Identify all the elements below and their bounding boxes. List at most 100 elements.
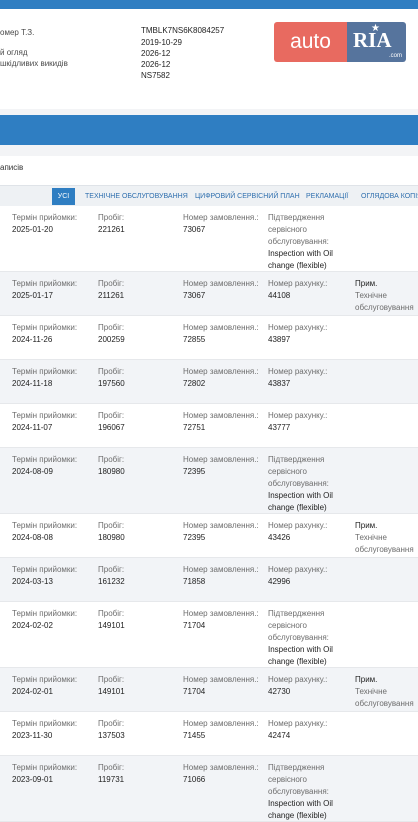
- acceptance-date-value: 2024-03-13: [12, 577, 53, 586]
- invoice-number: Номер рахунку.: 42730: [268, 674, 350, 698]
- invoice-number: Номер рахунку.: 43837: [268, 366, 350, 390]
- top-bar: [0, 0, 418, 9]
- acceptance-date-value: 2023-11-30: [12, 731, 53, 740]
- mileage: Пробіг: 180980: [98, 454, 178, 478]
- order-number-label: Номер замовлення.:: [183, 213, 259, 222]
- service-record-row: Термін прийомки: 2024-11-07 Пробіг: 196067 Н…: [0, 404, 418, 448]
- order-number-label: Номер замовлення.:: [183, 367, 259, 376]
- service-note-label: Прим.: [355, 675, 378, 684]
- service-note-value: Технічне обслуговування: [355, 687, 414, 708]
- service-confirmation-label: Підтвердження сервісного обслуговування:: [268, 763, 329, 796]
- acceptance-date-label: Термін прийомки:: [12, 609, 78, 618]
- service-confirmation-value: Inspection with Oil change (flexible): [268, 799, 333, 820]
- invoice-number: Номер рахунку.: 43426: [268, 520, 350, 544]
- acceptance-date-value: 2024-02-02: [12, 621, 53, 630]
- mileage-label: Пробіг:: [98, 521, 125, 530]
- mileage-value: 196067: [98, 423, 125, 432]
- invoice-number-label: Номер рахунку.:: [268, 675, 328, 684]
- service-history-list: Термін прийомки: 2025-01-20 Пробіг: 221261 Н…: [0, 206, 418, 822]
- service-confirmation-label: Підтвердження сервісного обслуговування:: [268, 609, 329, 642]
- invoice-number-value: 43837: [268, 379, 291, 388]
- order-number-label: Номер замовлення.:: [183, 279, 259, 288]
- invoice-number: Номер рахунку.: 44108: [268, 278, 350, 302]
- order-number: Номер замовлення.: 72855: [183, 322, 263, 346]
- mileage-value: 161232: [98, 577, 125, 586]
- acceptance-date-value: 2024-11-26: [12, 335, 53, 344]
- mileage-value: 211261: [98, 291, 125, 300]
- order-number-value: 71704: [183, 687, 206, 696]
- emissions-label: шкідливих викидів: [0, 59, 68, 68]
- acceptance-date: Термін прийомки: 2024-02-02: [12, 608, 92, 632]
- mileage: Пробіг: 221261: [98, 212, 178, 236]
- mileage-label: Пробіг:: [98, 279, 125, 288]
- mileage-value: 197560: [98, 379, 125, 388]
- mileage: Пробіг: 119731: [98, 762, 178, 786]
- acceptance-date: Термін прийомки: 2024-03-13: [12, 564, 92, 588]
- tab-review-copy[interactable]: ОГЛЯДОВА КОПІЯ: [361, 188, 418, 205]
- vin-label: омер Т.З.: [0, 28, 35, 37]
- invoice-number-label: Номер рахунку.:: [268, 565, 328, 574]
- autoria-logo[interactable]: auto ★ RIA .com: [274, 22, 406, 62]
- order-number-label: Номер замовлення.:: [183, 763, 259, 772]
- service-record-row: Термін прийомки: 2025-01-20 Пробіг: 221261 Н…: [0, 206, 418, 272]
- order-number-label: Номер замовлення.:: [183, 675, 259, 684]
- order-number-value: 72751: [183, 423, 206, 432]
- order-number-value: 72855: [183, 335, 206, 344]
- mileage: Пробіг: 200259: [98, 322, 178, 346]
- order-number-value: 73067: [183, 225, 206, 234]
- service-note: Прим. Технічне обслуговування: [355, 674, 418, 710]
- service-confirmation-label: Підтвердження сервісного обслуговування:: [268, 213, 329, 246]
- inspection-label: й огляд: [0, 48, 28, 57]
- mileage: Пробіг: 149101: [98, 608, 178, 632]
- invoice-number-value: 44108: [268, 291, 291, 300]
- order-number: Номер замовлення.: 72395: [183, 454, 263, 478]
- order-number: Номер замовлення.: 73067: [183, 278, 263, 302]
- order-number-value: 72395: [183, 467, 206, 476]
- acceptance-date: Термін прийомки: 2024-08-08: [12, 520, 92, 544]
- service-record-row: Термін прийомки: 2023-09-01 Пробіг: 119731 Н…: [0, 756, 418, 822]
- acceptance-date-label: Термін прийомки:: [12, 279, 78, 288]
- invoice-number-value: 42474: [268, 731, 291, 740]
- mileage: Пробіг: 197560: [98, 366, 178, 390]
- order-number: Номер замовлення.: 71455: [183, 718, 263, 742]
- service-confirmation: Підтвердження сервісного обслуговування:…: [268, 212, 350, 272]
- service-record-row: Термін прийомки: 2024-02-01 Пробіг: 149101 Н…: [0, 668, 418, 712]
- service-confirmation: Підтвердження сервісного обслуговування:…: [268, 454, 350, 514]
- acceptance-date-label: Термін прийомки:: [12, 323, 78, 332]
- vehicle-info-panel: омер Т.З. TMBLK7NS6K8084257 2019-10-29 й…: [0, 9, 418, 109]
- mileage-value: 180980: [98, 533, 125, 542]
- mileage-value: 119731: [98, 775, 125, 784]
- mileage-value: 149101: [98, 687, 125, 696]
- tab-complaints[interactable]: РЕКЛАМАЦІЇ: [306, 188, 348, 205]
- service-confirmation-value: Inspection with Oil change (flexible): [268, 249, 333, 270]
- acceptance-date: Термін прийомки: 2024-11-18: [12, 366, 92, 390]
- acceptance-date: Термін прийомки: 2024-11-07: [12, 410, 92, 434]
- invoice-number-value: 43777: [268, 423, 291, 432]
- acceptance-date: Термін прийомки: 2023-11-30: [12, 718, 92, 742]
- mileage-label: Пробіг:: [98, 455, 125, 464]
- acceptance-date: Термін прийомки: 2024-08-09: [12, 454, 92, 478]
- mileage-value: 149101: [98, 621, 125, 630]
- service-note-label: Прим.: [355, 521, 378, 530]
- tab-maintenance[interactable]: ТЕХНІЧНЕ ОБСЛУГОВУВАННЯ: [85, 188, 188, 205]
- logo-auto-part: auto: [274, 22, 347, 62]
- inspection-value: 2026-12: [141, 49, 171, 58]
- plate-value: NS7582: [141, 71, 170, 80]
- service-record-row: Термін прийомки: 2024-08-09 Пробіг: 180980 Н…: [0, 448, 418, 514]
- order-number-value: 71704: [183, 621, 206, 630]
- logo-com-text: .com: [388, 53, 402, 59]
- order-number: Номер замовлення.: 71704: [183, 608, 263, 632]
- acceptance-date-value: 2024-08-09: [12, 467, 53, 476]
- order-number: Номер замовлення.: 73067: [183, 212, 263, 236]
- mileage: Пробіг: 180980: [98, 520, 178, 544]
- mileage-label: Пробіг:: [98, 367, 125, 376]
- invoice-number-value: 43426: [268, 533, 291, 542]
- invoice-number-label: Номер рахунку.:: [268, 521, 328, 530]
- tab-all[interactable]: УСІ: [52, 188, 75, 205]
- acceptance-date-label: Термін прийомки:: [12, 521, 78, 530]
- order-number-label: Номер замовлення.:: [183, 719, 259, 728]
- mileage-label: Пробіг:: [98, 609, 125, 618]
- order-number: Номер замовлення.: 72395: [183, 520, 263, 544]
- tab-digital-service-plan[interactable]: ЦИФРОВИЙ СЕРВІСНИЙ ПЛАН: [195, 188, 300, 205]
- acceptance-date-label: Термін прийомки:: [12, 763, 78, 772]
